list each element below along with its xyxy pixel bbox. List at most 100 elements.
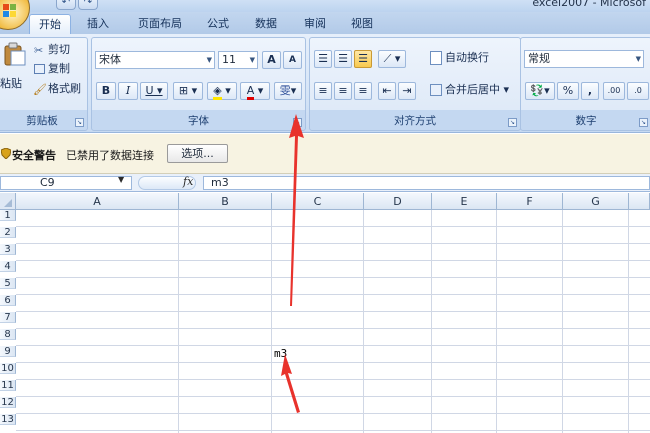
grid-line <box>16 243 650 244</box>
name-box[interactable] <box>0 176 132 190</box>
wrap-text-button[interactable]: 自动换行 <box>445 49 489 67</box>
copy-icon <box>34 64 45 74</box>
paste-button[interactable]: 粘贴 <box>0 75 22 93</box>
row-header-10[interactable]: 10 <box>0 363 16 374</box>
copy-button[interactable]: 复制 <box>48 60 70 78</box>
bold-button[interactable]: B <box>96 82 116 100</box>
select-all-icon <box>4 199 12 207</box>
align-right-icon: ≡ <box>358 84 368 97</box>
row-header-2[interactable]: 2 <box>0 227 16 238</box>
format-painter-icon: 🖌 <box>33 83 47 96</box>
number-format-dropdown[interactable]: 常规 ▼ <box>524 50 644 68</box>
italic-button[interactable]: I <box>118 82 138 100</box>
grid-line <box>16 294 650 295</box>
border-button[interactable]: ⊞ ▾ <box>173 82 203 100</box>
cut-button[interactable]: 剪切 <box>48 41 70 59</box>
grid-line <box>16 328 650 329</box>
underline-button[interactable]: U ▾ <box>140 82 168 100</box>
align-right-button[interactable]: ≡ <box>354 82 372 100</box>
number-group-label: 数字 <box>575 115 597 127</box>
row-header-3[interactable]: 3 <box>0 244 16 255</box>
increase-indent-button[interactable]: ⇥ <box>398 82 416 100</box>
column-header-f[interactable]: F <box>497 193 563 210</box>
row-header-1[interactable]: 1 <box>0 210 16 221</box>
decrease-decimal-glyph: .0 <box>634 86 642 95</box>
column-header-a[interactable]: A <box>16 193 179 210</box>
row-header-9[interactable]: 9 <box>0 346 16 357</box>
clipboard-launcher-icon[interactable]: ↘ <box>75 118 84 127</box>
shrink-font-glyph: A <box>289 55 296 65</box>
font-name-dropdown[interactable]: 宋体 ▼ <box>95 51 215 69</box>
tab-formulas[interactable]: 公式 <box>198 14 238 34</box>
paste-icon[interactable] <box>2 42 28 66</box>
align-center-button[interactable]: ≡ <box>334 82 352 100</box>
currency-icon: 💱 <box>530 84 545 97</box>
grid-line <box>16 345 650 346</box>
tab-insert[interactable]: 插入 <box>78 14 118 34</box>
tab-home[interactable]: 开始 <box>29 14 71 35</box>
border-icon: ⊞ <box>178 84 189 97</box>
merge-center-icon <box>430 84 442 96</box>
comma-button[interactable]: , <box>581 82 599 100</box>
decrease-indent-button[interactable]: ⇤ <box>378 82 396 100</box>
row-header-13[interactable]: 13 <box>0 414 16 425</box>
security-warning-title: 安全警告 <box>12 149 56 162</box>
row-header-11[interactable]: 11 <box>0 380 16 391</box>
row-header-7[interactable]: 7 <box>0 312 16 323</box>
grid-line <box>16 260 650 261</box>
number-format-value: 常规 <box>528 52 550 65</box>
chevron-down-icon[interactable]: ▼ <box>118 175 124 184</box>
row-header-6[interactable]: 6 <box>0 295 16 306</box>
column-header-e[interactable]: E <box>432 193 497 210</box>
undo-quick-button[interactable]: ↶ <box>56 0 76 10</box>
formula-input[interactable] <box>203 176 650 190</box>
align-middle-icon: ☰ <box>338 52 348 65</box>
increase-indent-icon: ⇥ <box>402 84 412 97</box>
tab-view[interactable]: 视图 <box>342 14 382 34</box>
align-left-button[interactable]: ≡ <box>314 82 332 100</box>
accounting-format-button[interactable]: 💱▾ <box>525 82 555 100</box>
align-middle-button[interactable]: ☰ <box>334 50 352 68</box>
row-header-8[interactable]: 8 <box>0 329 16 340</box>
decrease-decimal-button[interactable]: .0 <box>627 82 649 100</box>
office-logo-icon <box>3 4 16 17</box>
column-header-d[interactable]: D <box>364 193 432 210</box>
font-color-button[interactable]: A ▾ <box>240 82 270 100</box>
cut-icon: ✂ <box>34 44 44 57</box>
chevron-down-icon: ▼ <box>635 55 641 63</box>
alignment-launcher-icon[interactable]: ↘ <box>508 118 517 127</box>
chevron-down-icon: ▼ <box>206 56 212 64</box>
tab-review[interactable]: 审阅 <box>295 14 335 34</box>
align-bottom-button[interactable]: ☰ <box>354 50 372 68</box>
column-header-g[interactable]: G <box>563 193 629 210</box>
fill-color-icon: ◈ <box>213 84 222 100</box>
font-size-dropdown[interactable]: 11 ▼ <box>218 51 258 69</box>
name-box-value: C9 <box>40 176 55 189</box>
grow-font-button[interactable]: A <box>262 51 281 69</box>
column-header-h[interactable] <box>629 193 650 210</box>
fill-color-button[interactable]: ◈ ▾ <box>207 82 237 100</box>
format-painter-button[interactable]: 格式刷 <box>48 80 81 98</box>
row-header-5[interactable]: 5 <box>0 278 16 289</box>
row-header-4[interactable]: 4 <box>0 261 16 272</box>
orientation-button[interactable]: ⟋ ▾ <box>378 50 406 68</box>
tab-page-layout[interactable]: 页面布局 <box>128 14 192 34</box>
align-left-icon: ≡ <box>318 84 328 97</box>
phonetic-button[interactable]: 雯▾ <box>274 82 302 100</box>
grow-font-glyph: A <box>267 53 276 66</box>
column-header-b[interactable]: B <box>179 193 272 210</box>
merge-center-button[interactable]: 合并后居中 ▾ <box>445 81 509 99</box>
worksheet-grid[interactable] <box>0 193 650 433</box>
row-header-12[interactable]: 12 <box>0 397 16 408</box>
wrap-text-icon <box>430 51 442 65</box>
insert-function-icon[interactable]: fx <box>183 175 193 188</box>
percent-button[interactable]: % <box>557 82 579 100</box>
increase-decimal-button[interactable]: .00 <box>603 82 625 100</box>
align-top-button[interactable]: ☰ <box>314 50 332 68</box>
security-options-button[interactable]: 选项... <box>167 144 228 163</box>
shrink-font-button[interactable]: A <box>283 51 302 69</box>
redo-quick-button[interactable]: ↷ <box>78 0 98 10</box>
number-launcher-icon[interactable]: ↘ <box>639 118 648 127</box>
tab-data[interactable]: 数据 <box>246 14 286 34</box>
grid-line <box>16 311 650 312</box>
